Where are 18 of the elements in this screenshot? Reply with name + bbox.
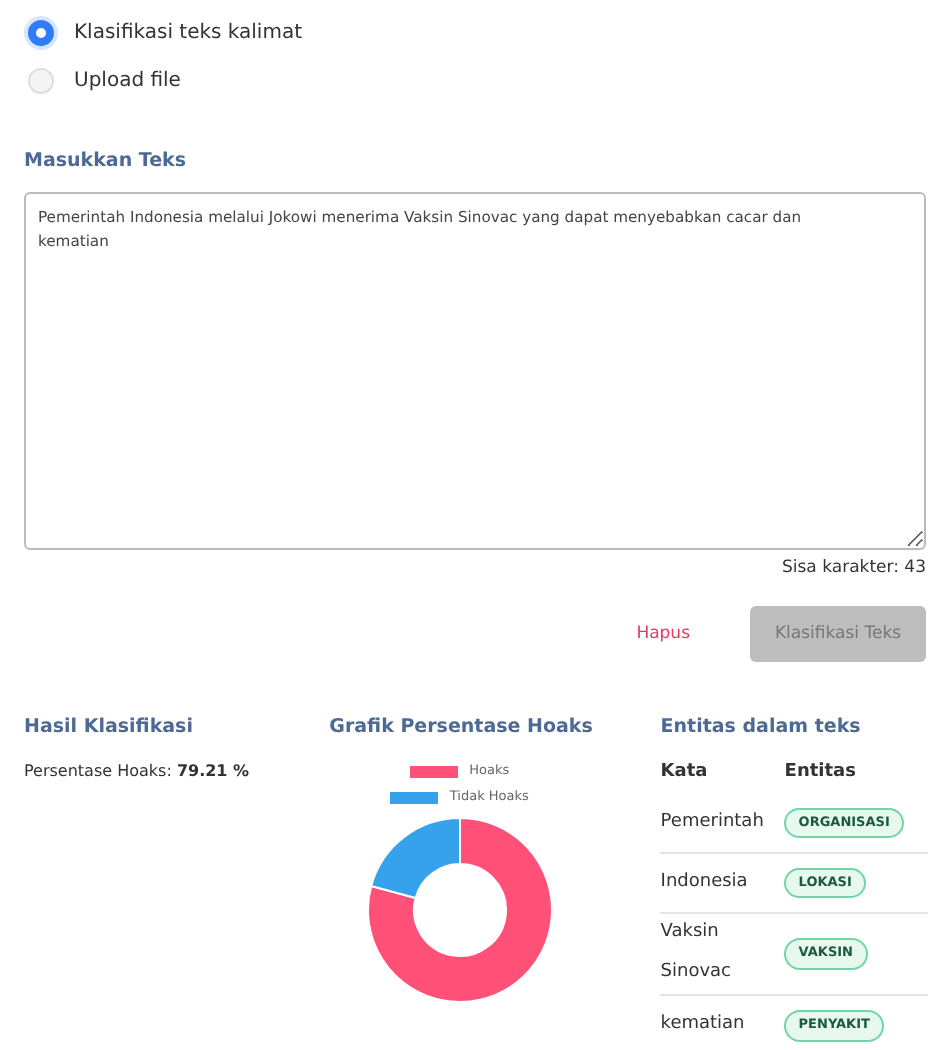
clear-link[interactable]: Hapus <box>636 621 690 647</box>
section-heading: Entitas dalam teks <box>660 714 863 742</box>
character-counter: Sisa karakter: 43 <box>780 556 926 582</box>
word-cell-text: Indonesia <box>660 869 750 896</box>
radio-label[interactable]: Klasifikasi teks kalimat <box>74 17 303 47</box>
word-cell-text: Vaksin Sinovac <box>660 920 734 986</box>
section-heading: Grafik Persentase Hoaks <box>329 714 595 742</box>
word-cell-text: Pemerintah <box>660 809 766 836</box>
legend-swatch <box>389 791 438 804</box>
word-cell-text: kematian <box>660 1011 747 1038</box>
legend-swatch <box>409 765 458 778</box>
radio-label[interactable]: Upload file <box>74 65 181 95</box>
section-heading: Masukkan Teks <box>24 148 189 176</box>
column-header: Entitas <box>784 760 856 787</box>
section-heading: Hasil Klasifikasi <box>24 714 195 742</box>
column-header: Kata <box>660 760 710 787</box>
hoax-percentage: Persentase Hoaks: 79.21 % <box>24 760 252 785</box>
radio-button[interactable] <box>28 19 54 45</box>
